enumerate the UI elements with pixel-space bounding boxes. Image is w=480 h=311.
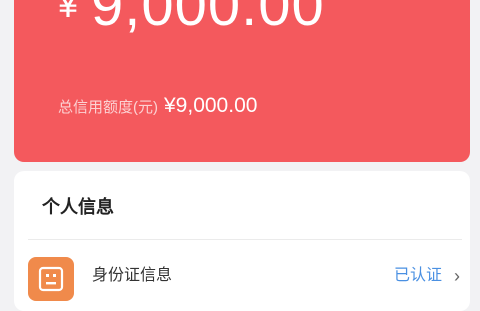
divider xyxy=(28,239,462,240)
id-card-icon xyxy=(28,257,74,301)
available-credit-amount: ¥9,000.00 xyxy=(58,0,325,41)
available-credit-value: 9,000.00 xyxy=(91,0,325,38)
total-credit-line: 总信用额度(元) ¥9,000.00 xyxy=(58,92,257,122)
credit-limit-card: ¥9,000.00 总信用额度(元) ¥9,000.00 xyxy=(14,0,470,162)
total-credit-value: ¥9,000.00 xyxy=(164,94,258,117)
verified-status: 已认证 xyxy=(393,267,442,284)
id-card-info-label: 身份证信息 xyxy=(92,267,173,284)
currency-symbol: ¥ xyxy=(58,0,80,25)
personal-info-card: 个人信息 身份证信息 已认证 › xyxy=(14,171,470,311)
total-credit-label: 总信用额度(元) xyxy=(58,99,158,116)
id-card-info-row[interactable]: 身份证信息 已认证 › xyxy=(14,253,470,301)
section-title: 个人信息 xyxy=(42,197,114,217)
chevron-right-icon: › xyxy=(454,266,460,286)
